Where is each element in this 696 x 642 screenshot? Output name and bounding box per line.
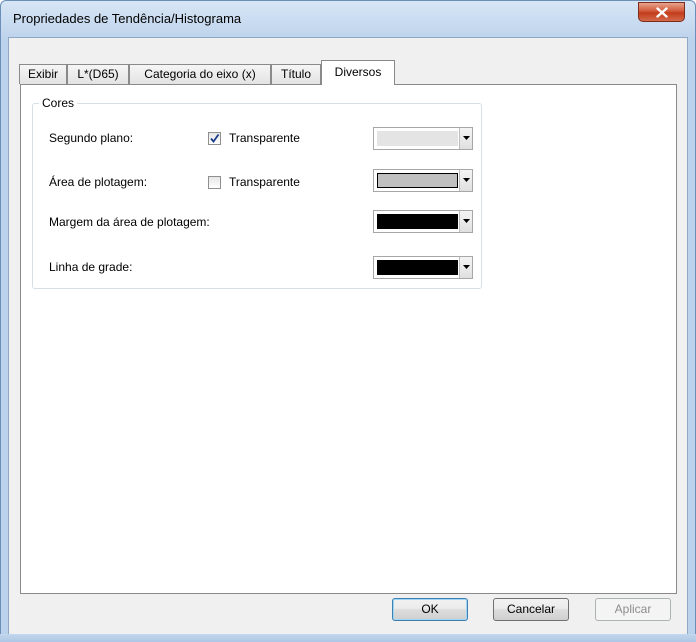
- cores-group-label: Cores: [39, 96, 78, 110]
- dropdown-arrow[interactable]: [459, 211, 472, 232]
- ok-button[interactable]: OK: [392, 598, 468, 621]
- area-de-plotagem-transparent-label: Transparente: [229, 175, 300, 189]
- margem-area-plotagem-label: Margem da área de plotagem:: [49, 215, 210, 229]
- window-title: Propriedades de Tendência/Histograma: [13, 11, 242, 26]
- area-de-plotagem-transparent-checkbox[interactable]: [208, 176, 221, 189]
- color-swatch: [377, 260, 458, 275]
- tab-label: L*(D65): [77, 67, 119, 81]
- apply-button[interactable]: Aplicar: [595, 598, 671, 621]
- dropdown-arrow[interactable]: [459, 257, 472, 278]
- dialog-window: Propriedades de Tendência/Histograma Exi…: [0, 0, 696, 642]
- cancel-button[interactable]: Cancelar: [493, 598, 569, 621]
- chevron-down-icon: [463, 136, 470, 140]
- tab-label: Título: [280, 67, 311, 81]
- segundo-plano-color-dropdown[interactable]: [373, 127, 473, 150]
- linha-de-grade-color-dropdown[interactable]: [373, 256, 473, 279]
- window-bottom-edge: [0, 634, 696, 642]
- chevron-down-icon: [463, 265, 470, 269]
- dialog-client-area: Exibir L*(D65) Categoria do eixo (x) Tít…: [8, 37, 688, 635]
- dropdown-arrow[interactable]: [459, 170, 472, 191]
- tab-categoria-do-eixo[interactable]: Categoria do eixo (x): [129, 64, 271, 84]
- chevron-down-icon: [463, 178, 470, 182]
- segundo-plano-label: Segundo plano:: [49, 131, 134, 145]
- color-swatch: [377, 214, 458, 229]
- title-bar[interactable]: Propriedades de Tendência/Histograma: [1, 1, 695, 37]
- tab-label: Diversos: [334, 65, 382, 79]
- tab-titulo[interactable]: Título: [271, 64, 321, 84]
- area-de-plotagem-color-dropdown[interactable]: [373, 169, 473, 192]
- tab-label: Exibir: [27, 67, 58, 81]
- close-icon: [656, 7, 668, 18]
- checkmark-icon: [210, 133, 220, 143]
- dropdown-arrow[interactable]: [459, 128, 472, 149]
- color-swatch: [377, 173, 458, 188]
- close-button[interactable]: [638, 2, 685, 22]
- area-de-plotagem-label: Área de plotagem:: [49, 175, 148, 189]
- segundo-plano-transparent-checkbox[interactable]: [208, 132, 221, 145]
- segundo-plano-transparent-label: Transparente: [229, 131, 300, 145]
- tab-exibir[interactable]: Exibir: [19, 64, 67, 84]
- chevron-down-icon: [463, 219, 470, 223]
- color-swatch: [377, 131, 458, 146]
- tab-label: Categoria do eixo (x): [144, 67, 256, 81]
- tab-diversos[interactable]: Diversos: [321, 60, 395, 85]
- tab-l-d65[interactable]: L*(D65): [67, 64, 129, 84]
- linha-de-grade-label: Linha de grade:: [49, 260, 133, 274]
- margem-area-plotagem-color-dropdown[interactable]: [373, 210, 473, 233]
